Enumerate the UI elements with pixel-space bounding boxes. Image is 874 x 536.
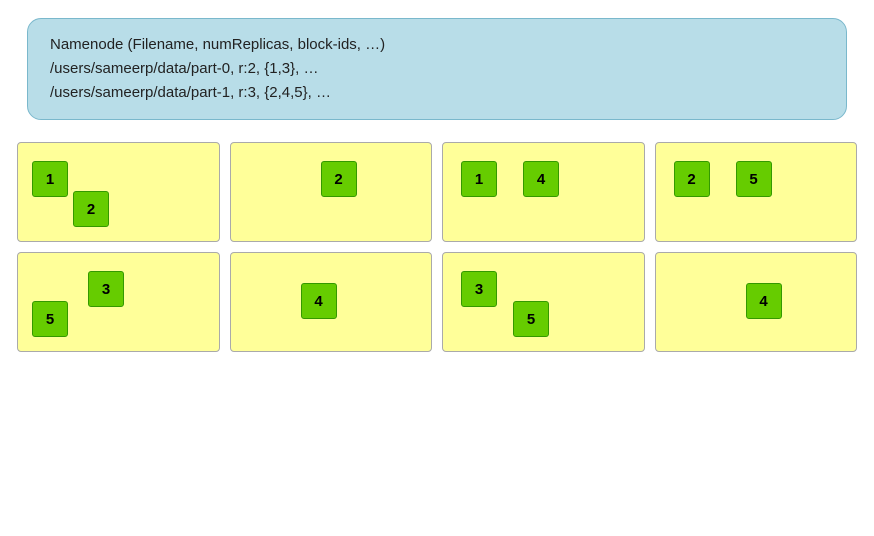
datanode-cell-3: 14 [442,142,645,242]
namenode-box: Namenode (Filename, numReplicas, block-i… [27,18,847,120]
block-3-2: 4 [523,161,559,197]
datanode-cell-8: 4 [655,252,858,352]
block-6-1: 4 [301,283,337,319]
datanode-cell-6: 4 [230,252,433,352]
block-7-1: 3 [461,271,497,307]
datanode-cell-1: 12 [17,142,220,242]
page: Namenode (Filename, numReplicas, block-i… [0,0,874,536]
block-1-2: 2 [73,191,109,227]
block-1-1: 1 [32,161,68,197]
datanode-cell-5: 53 [17,252,220,352]
block-2-1: 2 [321,161,357,197]
namenode-line-1: Namenode (Filename, numReplicas, block-i… [50,33,824,57]
block-4-1: 2 [674,161,710,197]
datanode-grid: 1221425534354 [17,142,857,352]
block-5-2: 3 [88,271,124,307]
datanode-cell-2: 2 [230,142,433,242]
namenode-line-3: /users/sameerp/data/part-1, r:3, {2,4,5}… [50,81,824,105]
block-7-2: 5 [513,301,549,337]
datanode-cell-4: 25 [655,142,858,242]
block-3-1: 1 [461,161,497,197]
block-4-2: 5 [736,161,772,197]
block-5-1: 5 [32,301,68,337]
namenode-line-2: /users/sameerp/data/part-0, r:2, {1,3}, … [50,57,824,81]
block-8-1: 4 [746,283,782,319]
datanode-cell-7: 35 [442,252,645,352]
